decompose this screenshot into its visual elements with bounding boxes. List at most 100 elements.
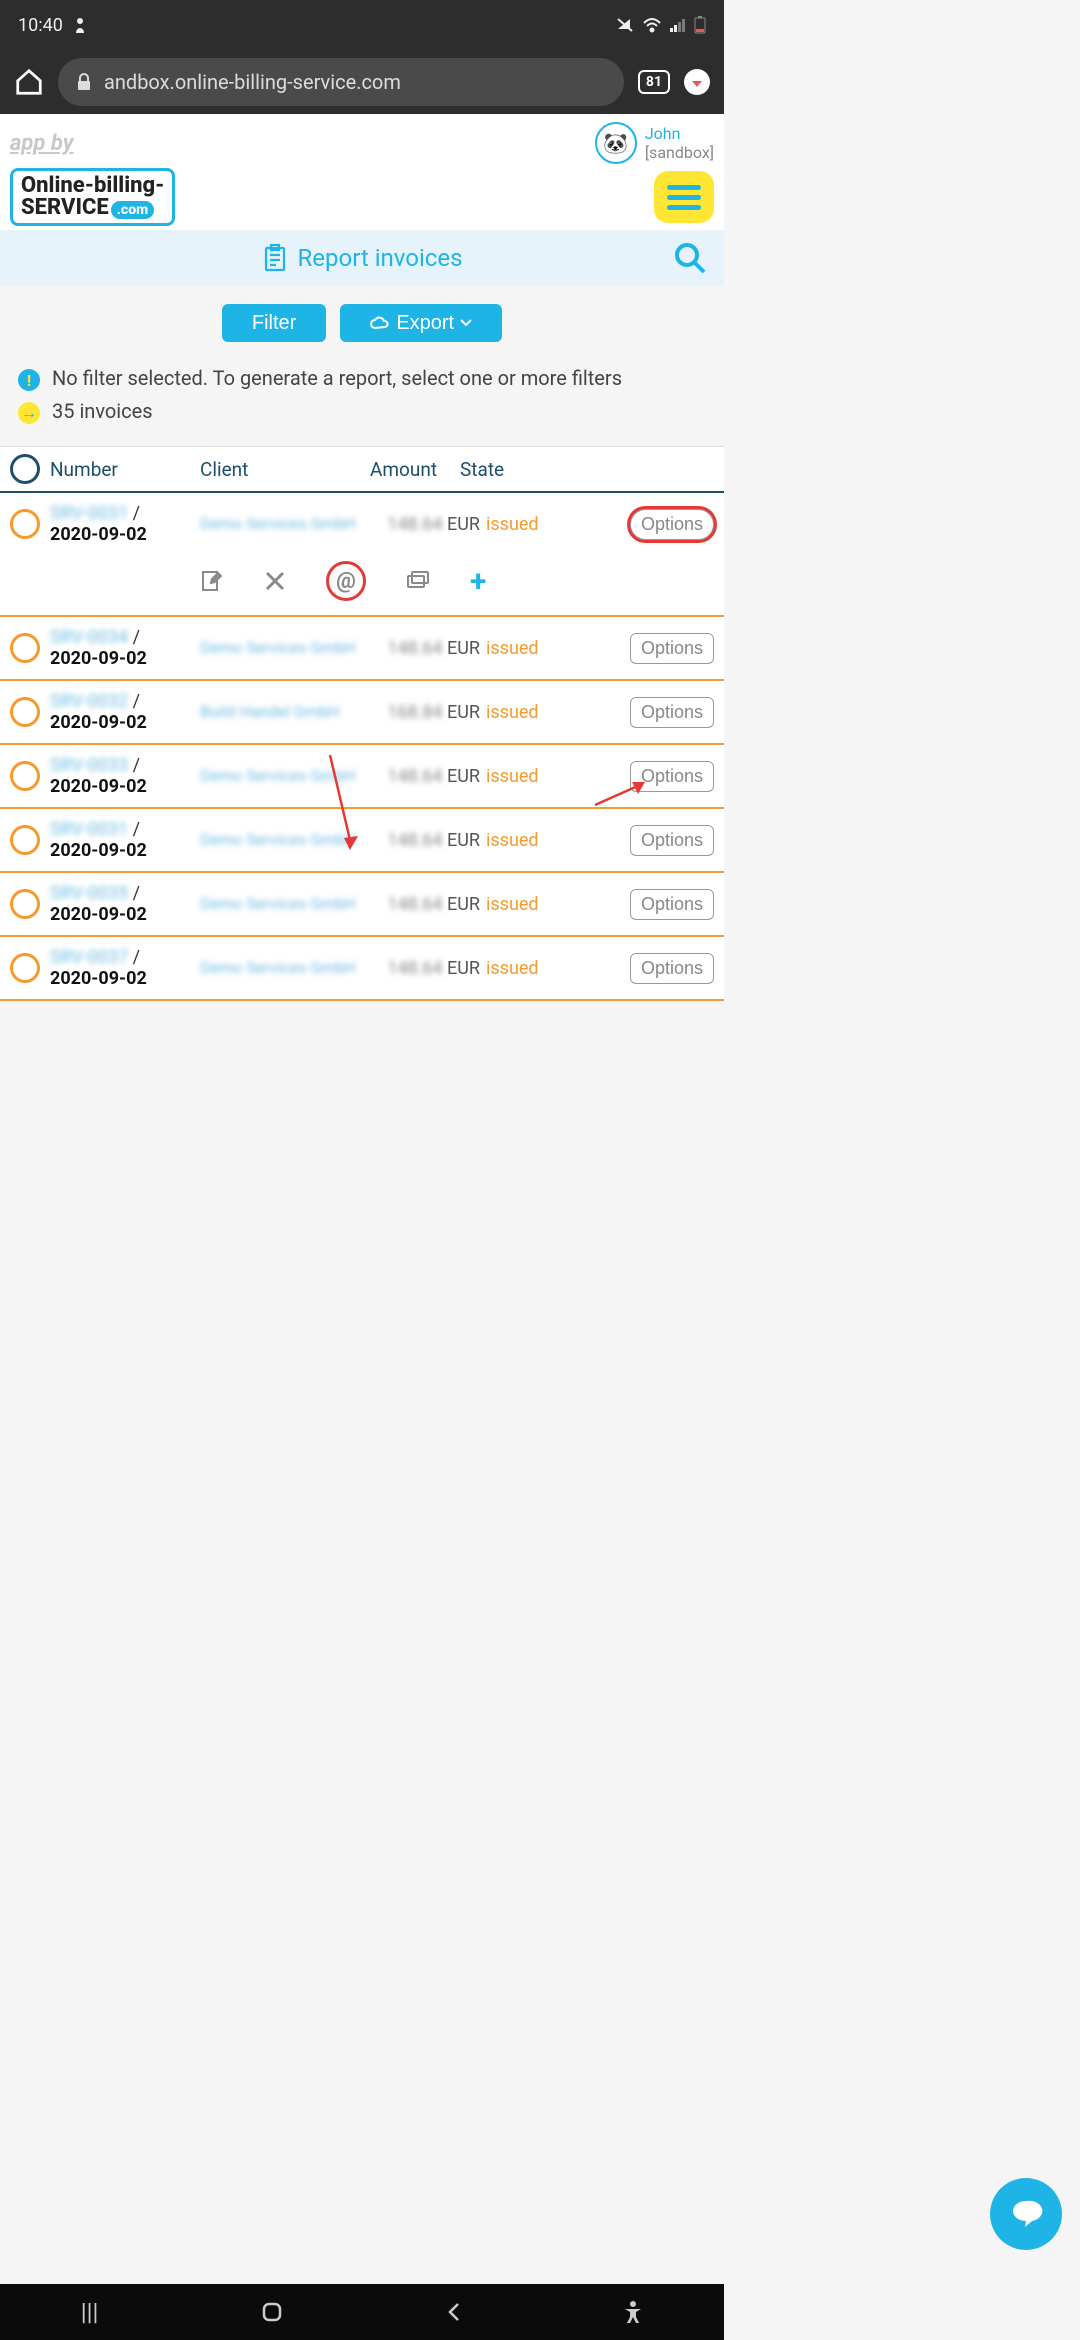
cell-amount: 148.64 EUR — [370, 766, 480, 787]
edit-icon[interactable] — [200, 569, 224, 593]
app-header: app by 🐼 John [sandbox] Online-billing- … — [0, 114, 724, 230]
invoice-count: → 35 invoices — [18, 399, 706, 424]
cell-number: SRV-0037 /2020-09-02 — [50, 947, 200, 989]
search-icon[interactable] — [672, 240, 708, 276]
page-title: Report invoices — [298, 244, 463, 272]
user-menu[interactable]: 🐼 John [sandbox] — [595, 122, 714, 164]
row-select-checkbox[interactable] — [10, 953, 40, 983]
cell-state: issued — [480, 514, 566, 535]
table-header: Number Client Amount State — [0, 446, 724, 493]
cell-state: issued — [480, 702, 566, 723]
options-button[interactable]: Options — [630, 633, 714, 664]
browser-home-icon[interactable] — [14, 67, 44, 97]
accessibility-button[interactable] — [623, 2300, 643, 2324]
cell-number: SRV-0031 /2020-09-02 — [50, 819, 200, 861]
battery-icon — [694, 16, 706, 34]
url-text: andbox.online-billing-service.com — [104, 70, 401, 94]
recent-apps-button[interactable]: ||| — [81, 2298, 99, 2326]
table-row[interactable]: SRV-0037 /2020-09-02Demo Services GmbH14… — [0, 937, 724, 1001]
payment-icon[interactable] — [406, 569, 430, 593]
row-select-checkbox[interactable] — [10, 761, 40, 791]
cell-amount: 168.84 EUR — [370, 702, 480, 723]
chevron-down-icon — [460, 319, 472, 327]
plus-icon[interactable]: + — [470, 564, 486, 599]
wifi-icon — [642, 17, 662, 33]
cell-state: issued — [480, 958, 566, 979]
clock: 10:40 — [18, 15, 63, 36]
arrow-icon: → — [18, 402, 40, 424]
user-name: John — [645, 124, 681, 143]
table-row[interactable]: SRV-0034 /2020-09-02Demo Services GmbH14… — [0, 617, 724, 681]
options-button[interactable]: Options — [630, 953, 714, 984]
avatar: 🐼 — [595, 122, 637, 164]
home-button[interactable] — [260, 2300, 284, 2324]
row-select-checkbox[interactable] — [10, 509, 40, 539]
cell-client: Demo Services GmbH — [200, 894, 370, 914]
row-actions: @+ — [0, 555, 724, 615]
cloud-icon — [370, 316, 390, 330]
cell-client: Demo Services GmbH — [200, 766, 370, 786]
options-button[interactable]: Options — [630, 761, 714, 792]
table-row[interactable]: SRV-0035 /2020-09-02Demo Services GmbH14… — [0, 873, 724, 937]
row-select-checkbox[interactable] — [10, 825, 40, 855]
tab-count-badge[interactable]: 81 — [638, 70, 670, 94]
options-button[interactable]: Options — [630, 509, 714, 540]
no-filter-info: ! No filter selected. To generate a repo… — [18, 366, 706, 391]
extension-icon[interactable] — [684, 69, 710, 95]
info-icon: ! — [18, 369, 40, 391]
cell-amount: 148.64 EUR — [370, 514, 480, 535]
cell-state: issued — [480, 830, 566, 851]
table-row[interactable]: SRV-0032 /2020-09-02Build Handel GmbH168… — [0, 681, 724, 745]
vibrate-icon — [616, 17, 634, 33]
cell-client: Demo Services GmbH — [200, 958, 370, 978]
app-by-label: app by — [10, 131, 73, 156]
page-title-bar: Report invoices — [0, 230, 724, 286]
col-number[interactable]: Number — [50, 458, 200, 481]
cell-client: Demo Services GmbH — [200, 514, 370, 534]
email-at-icon[interactable]: @ — [326, 561, 366, 601]
back-button[interactable] — [446, 2300, 462, 2324]
col-client[interactable]: Client — [200, 458, 370, 481]
row-select-checkbox[interactable] — [10, 633, 40, 663]
cell-amount: 148.64 EUR — [370, 638, 480, 659]
row-select-checkbox[interactable] — [10, 889, 40, 919]
android-status-bar: 10:40 — [0, 0, 724, 50]
browser-address-bar: andbox.online-billing-service.com 81 — [0, 50, 724, 114]
cell-client: Build Handel GmbH — [200, 702, 370, 722]
col-amount[interactable]: Amount — [370, 458, 460, 481]
close-icon[interactable] — [264, 570, 286, 592]
lock-icon — [76, 73, 92, 91]
cell-number: SRV-0033 /2020-09-02 — [50, 755, 200, 797]
filter-button[interactable]: Filter — [222, 304, 326, 342]
options-button[interactable]: Options — [630, 825, 714, 856]
cell-state: issued — [480, 894, 566, 915]
cell-state: issued — [480, 638, 566, 659]
android-nav-bar: ||| — [0, 2284, 724, 2340]
cell-number: SRV-0032 /2020-09-02 — [50, 691, 200, 733]
export-button[interactable]: Export — [340, 304, 502, 342]
cell-number: SRV-0034 /2020-09-02 — [50, 627, 200, 669]
url-bar[interactable]: andbox.online-billing-service.com — [58, 58, 624, 106]
cell-amount: 148.64 EUR — [370, 830, 480, 851]
options-button[interactable]: Options — [630, 889, 714, 920]
invoice-table: SRV-0031 /2020-09-02Demo Services GmbH14… — [0, 493, 724, 1001]
options-button[interactable]: Options — [630, 697, 714, 728]
cell-client: Demo Services GmbH — [200, 638, 370, 658]
hamburger-menu-button[interactable] — [654, 171, 714, 223]
row-select-checkbox[interactable] — [10, 697, 40, 727]
clipboard-icon — [262, 243, 288, 273]
cell-number: SRV-0031 /2020-09-02 — [50, 503, 200, 545]
table-row[interactable]: SRV-0031 /2020-09-02Demo Services GmbH14… — [0, 493, 724, 617]
signal-icon — [670, 18, 686, 32]
select-all-checkbox[interactable] — [10, 454, 40, 484]
app-logo[interactable]: Online-billing- SERVICE.com — [10, 168, 175, 226]
table-row[interactable]: SRV-0033 /2020-09-02Demo Services GmbH14… — [0, 745, 724, 809]
chat-fab[interactable] — [990, 2178, 1062, 2250]
activity-icon — [73, 17, 87, 33]
cell-state: issued — [480, 766, 566, 787]
table-row[interactable]: SRV-0031 /2020-09-02Demo Services GmbH14… — [0, 809, 724, 873]
cell-client: Demo Services GmbH — [200, 830, 370, 850]
col-state[interactable]: State — [460, 458, 530, 481]
cell-number: SRV-0035 /2020-09-02 — [50, 883, 200, 925]
user-env: [sandbox] — [645, 143, 714, 162]
